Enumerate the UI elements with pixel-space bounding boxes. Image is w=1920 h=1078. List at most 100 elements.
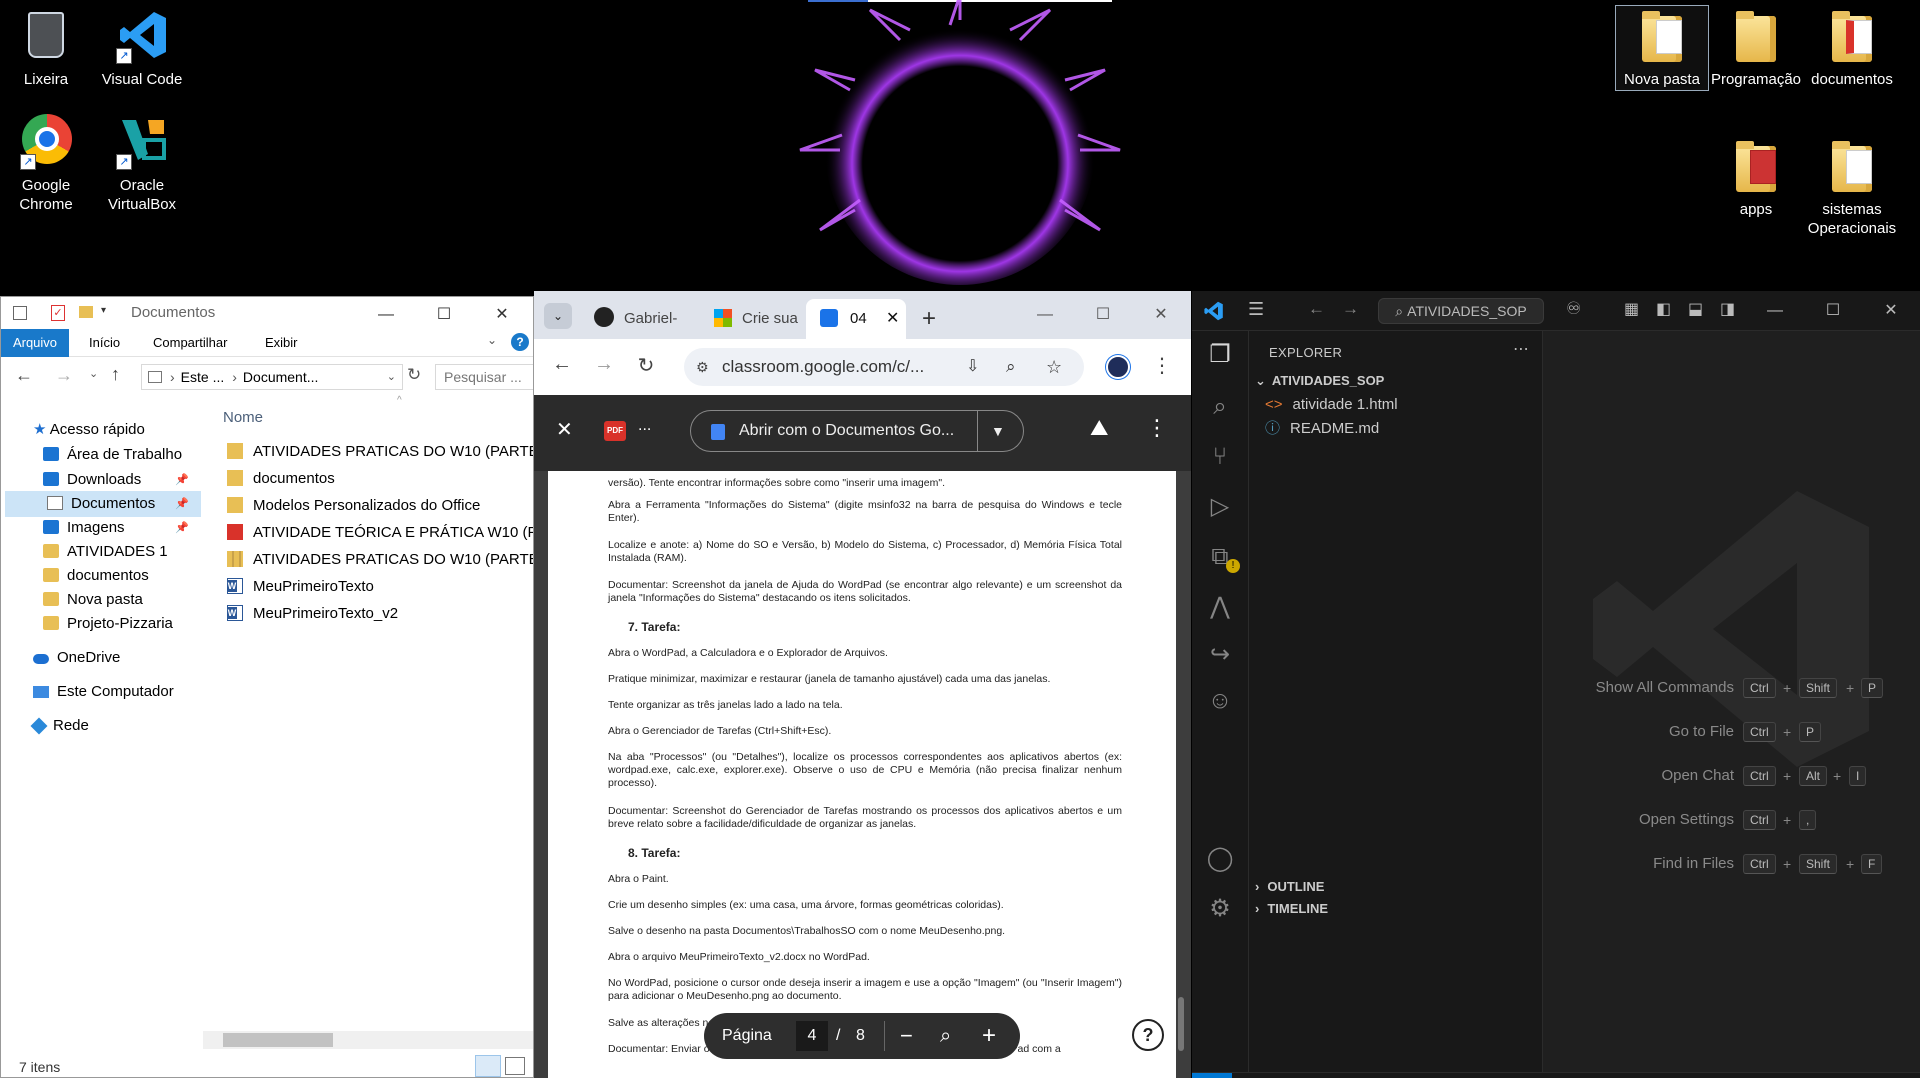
- file-row[interactable]: Modelos Personalizados do Office: [227, 495, 480, 517]
- zoom-icon[interactable]: ⌕: [1006, 348, 1016, 386]
- reload-icon[interactable]: ↻: [632, 353, 660, 378]
- new-tab-button[interactable]: +: [922, 299, 936, 339]
- breadcrumb-documentos[interactable]: Document...: [243, 369, 318, 385]
- file-row[interactable]: ATIVIDADE TEÓRICA E PRÁTICA W10 (PARTE: [227, 522, 533, 544]
- ribbon-tab-arquivo[interactable]: Arquivo: [1, 329, 69, 357]
- file-row[interactable]: MeuPrimeiroTexto_v2: [227, 603, 398, 625]
- nav-item-acesso-rapido[interactable]: ★ Acesso rápido: [33, 417, 145, 443]
- customize-layout-icon[interactable]: ▦: [1624, 299, 1639, 319]
- desktop-icon-apps[interactable]: apps: [1710, 136, 1802, 219]
- desktop-icon-lixeira[interactable]: Lixeira: [0, 6, 92, 89]
- file-row[interactable]: ATIVIDADES PRATICAS DO W10 (PARTE IV): [227, 549, 533, 571]
- folder-atividades-sop[interactable]: ⌄ ATIVIDADES_SOP: [1249, 369, 1543, 393]
- ribbon-tab-inicio[interactable]: Início: [89, 335, 120, 350]
- checkmark-icon[interactable]: ✓: [51, 305, 65, 321]
- desktop-icon-nova-pasta[interactable]: Nova pasta: [1615, 5, 1709, 91]
- desktop-icon-visual-code[interactable]: ↗ Visual Code: [96, 6, 188, 89]
- desktop-icon-documentos[interactable]: documentos: [1806, 6, 1898, 89]
- page-number-input[interactable]: 4: [796, 1021, 828, 1051]
- ribbon-tab-exibir[interactable]: Exibir: [265, 335, 298, 350]
- file-atividade-html[interactable]: <> atividade 1.html: [1249, 393, 1543, 417]
- maximize-button[interactable]: ☐: [1804, 293, 1862, 329]
- site-info-icon[interactable]: ⚙: [696, 348, 709, 386]
- file-row[interactable]: documentos: [227, 468, 335, 490]
- pin-icon[interactable]: 📌: [175, 515, 189, 541]
- search-input[interactable]: Pesquisar ...: [435, 364, 533, 390]
- column-header-nome[interactable]: Nome: [223, 409, 263, 426]
- maximize-button[interactable]: ☐: [1074, 297, 1132, 333]
- desktop-icon-google-chrome[interactable]: ↗ Google Chrome: [0, 112, 92, 214]
- nav-item-area-de-trabalho[interactable]: Área de Trabalho: [43, 442, 182, 468]
- nav-item-documentos-folder[interactable]: documentos: [43, 563, 149, 589]
- chevron-down-icon[interactable]: ⌄: [89, 367, 98, 380]
- hint-show-all-commands[interactable]: Show All Commands Ctrl + Shift + P: [1543, 676, 1920, 700]
- back-arrow-icon[interactable]: ←: [548, 353, 576, 376]
- pdf-scrollbar[interactable]: [1178, 997, 1184, 1051]
- chevron-down-icon[interactable]: ⌄: [487, 333, 497, 347]
- close-button[interactable]: ✕: [473, 297, 531, 333]
- azure-icon[interactable]: ⋀: [1204, 591, 1236, 623]
- forward-arrow-icon[interactable]: →: [55, 365, 73, 386]
- toggle-panel-icon[interactable]: ⬓: [1688, 299, 1703, 319]
- file-row[interactable]: MeuPrimeiroTexto: [227, 576, 374, 598]
- forward-arrow-icon[interactable]: →: [1342, 299, 1359, 319]
- explorer-files-icon[interactable]: ❐: [1204, 339, 1236, 371]
- copilot-icon[interactable]: ♾: [1566, 299, 1581, 319]
- search-icon[interactable]: ⌕: [1204, 391, 1236, 423]
- pin-icon[interactable]: 📌: [175, 491, 189, 517]
- nav-item-projeto-pizzaria[interactable]: Projeto-Pizzaria: [43, 611, 173, 637]
- close-icon[interactable]: ✕: [556, 417, 573, 442]
- more-menu-icon[interactable]: ⋮: [1146, 415, 1168, 441]
- toggle-secondary-sidebar-icon[interactable]: ◨: [1720, 299, 1735, 319]
- hint-go-to-file[interactable]: Go to File Ctrl + P: [1543, 720, 1920, 744]
- file-row[interactable]: ATIVIDADES PRATICAS DO W10 (PARTE IV): [227, 441, 533, 463]
- nav-item-nova-pasta[interactable]: Nova pasta: [43, 587, 143, 613]
- remote-indicator[interactable]: [1192, 1073, 1232, 1078]
- hint-open-chat[interactable]: Open Chat Ctrl + Alt + I: [1543, 764, 1920, 788]
- chevron-down-icon[interactable]: ▾: [101, 305, 106, 316]
- tab-crie-sua[interactable]: Crie sua: [702, 299, 812, 339]
- breadcrumb-este[interactable]: Este ...: [181, 369, 225, 385]
- settings-gear-icon[interactable]: ⚙: [1204, 893, 1236, 925]
- close-tab-icon[interactable]: ✕: [886, 299, 899, 339]
- sort-arrow-icon[interactable]: ^: [397, 395, 402, 406]
- refresh-icon[interactable]: ↻: [407, 365, 421, 385]
- zoom-out-button[interactable]: −: [900, 1013, 913, 1059]
- source-control-icon[interactable]: ⑂: [1204, 441, 1236, 473]
- profile-avatar[interactable]: [1106, 355, 1130, 379]
- minimize-button[interactable]: —: [1746, 293, 1804, 329]
- chevron-down-icon[interactable]: ⌄: [387, 365, 396, 389]
- properties-icon[interactable]: [13, 306, 27, 320]
- tab-search-icon[interactable]: ⌄: [544, 303, 572, 329]
- close-button[interactable]: ✕: [1132, 297, 1190, 333]
- pin-icon[interactable]: 📌: [175, 467, 189, 493]
- hint-find-in-files[interactable]: Find in Files Ctrl + Shift + F: [1543, 852, 1920, 876]
- minimize-button[interactable]: —: [1016, 297, 1074, 333]
- nav-item-este-computador[interactable]: Este Computador: [33, 679, 174, 705]
- outline-section[interactable]: › OUTLINE: [1249, 875, 1543, 899]
- desktop-icon-programacao[interactable]: Programação: [1710, 6, 1802, 89]
- close-button[interactable]: ✕: [1862, 293, 1920, 329]
- help-button[interactable]: ?: [1132, 1019, 1164, 1051]
- nav-item-rede[interactable]: Rede: [30, 713, 89, 739]
- command-center-search[interactable]: ⌕ ATIVIDADES_SOP: [1378, 298, 1544, 324]
- address-bar[interactable]: ⚙ classroom.google.com/c/... ⇩ ⌕ ☆: [684, 348, 1084, 386]
- file-readme[interactable]: ⓘ README.md: [1249, 417, 1543, 441]
- add-to-drive-icon[interactable]: ⛰: [1090, 415, 1108, 441]
- tab-04-active[interactable]: 04 ✕: [806, 299, 906, 339]
- back-arrow-icon[interactable]: ←: [15, 365, 33, 386]
- live-share-icon[interactable]: ↪: [1204, 639, 1236, 671]
- horizontal-scrollbar[interactable]: [203, 1031, 533, 1049]
- back-arrow-icon[interactable]: ←: [1308, 299, 1325, 319]
- desktop-icon-oracle-virtualbox[interactable]: ↗ Oracle VirtualBox: [96, 112, 188, 214]
- bookmark-star-icon[interactable]: ☆: [1046, 348, 1062, 386]
- desktop-icon-sistemas-operacionais[interactable]: sistemas Operacionais: [1806, 136, 1898, 238]
- install-icon[interactable]: ⇩: [966, 348, 979, 386]
- open-with-docs-button[interactable]: Abrir com o Documentos Go... ▼: [690, 410, 1024, 452]
- details-view-icon[interactable]: [475, 1055, 501, 1077]
- address-bar[interactable]: › Este ... › Document... ⌄: [141, 364, 403, 390]
- more-actions-icon[interactable]: ⋯: [1513, 339, 1529, 359]
- toggle-sidebar-icon[interactable]: ◧: [1656, 299, 1671, 319]
- tab-gabriel[interactable]: Gabriel-: [582, 299, 692, 339]
- more-menu-icon[interactable]: ⋮: [1148, 353, 1176, 378]
